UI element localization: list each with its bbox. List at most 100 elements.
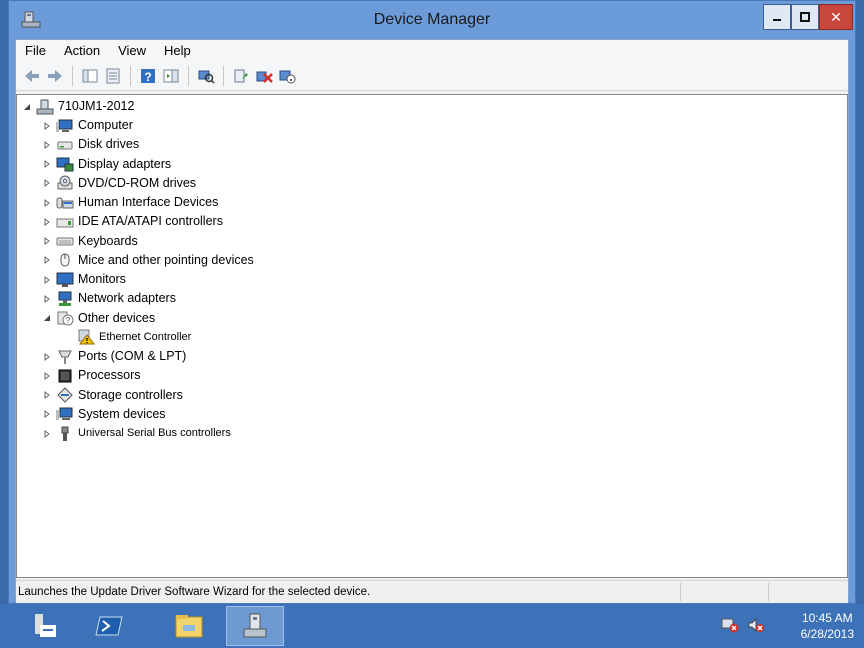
file-explorer-icon[interactable]	[160, 606, 218, 646]
device-tree[interactable]: 710JM1-2012 Computer Disk drives Display a…	[16, 94, 848, 578]
system-clock[interactable]: 10:45 AM 6/28/2013	[801, 610, 854, 642]
clock-date: 6/28/2013	[800, 627, 854, 641]
status-text: Launches the Update Driver Software Wiza…	[18, 586, 371, 598]
unknown-device-icon: ?	[56, 310, 74, 326]
expand-arrow-icon[interactable]	[41, 216, 53, 228]
tree-child-item[interactable]: Ethernet Controller	[77, 328, 191, 347]
tree-category[interactable]: Display adapters	[41, 155, 171, 174]
device-manager-window: Device Manager ✕ File Action View Help ?	[8, 0, 856, 604]
tree-item-label: Universal Serial Bus controllers	[78, 427, 231, 439]
help-icon[interactable]: ?	[138, 66, 158, 86]
tree-item-label: Disk drives	[78, 137, 140, 152]
tree-item-label: Display adapters	[78, 156, 172, 171]
dvd-drive-icon	[56, 175, 74, 191]
menu-action[interactable]: Action	[55, 40, 109, 62]
svg-text:?: ?	[144, 70, 151, 84]
tree-item-label: Computer	[78, 118, 133, 132]
menu-view[interactable]: View	[109, 40, 155, 62]
maximize-button[interactable]	[791, 4, 819, 30]
processor-icon	[56, 368, 74, 384]
expand-arrow-icon[interactable]	[41, 370, 53, 382]
tree-item-label: Monitors	[78, 272, 126, 286]
clock-time: 10:45 AM	[801, 611, 853, 625]
uninstall-device-icon[interactable]	[254, 66, 274, 86]
tree-item-label: Ethernet Controller	[99, 330, 192, 343]
tree-item-label: Mice and other pointing devices	[78, 252, 254, 267]
update-driver-icon[interactable]	[231, 66, 251, 86]
disk-drive-icon	[56, 137, 74, 153]
collapse-arrow-icon[interactable]	[21, 101, 33, 113]
toolbar-separator	[72, 66, 73, 86]
tree-category[interactable]: Mice and other pointing devices	[41, 251, 254, 270]
tree-category[interactable]: Computer	[41, 116, 133, 135]
network-error-icon[interactable]	[720, 616, 740, 634]
svg-text:?: ?	[66, 316, 71, 325]
tree-category[interactable]: Keyboards	[41, 232, 138, 251]
tree-item-label: Human Interface Devices	[78, 195, 219, 209]
tree-item-label: Storage controllers	[78, 387, 183, 402]
tree-category[interactable]: Storage controllers	[41, 386, 183, 405]
collapse-arrow-icon[interactable]	[41, 312, 53, 324]
action-pane-icon[interactable]	[161, 66, 181, 86]
system-device-icon	[56, 406, 74, 422]
powershell-icon[interactable]	[80, 606, 138, 646]
menu-file[interactable]: File	[16, 40, 55, 62]
expand-arrow-icon[interactable]	[41, 428, 53, 440]
tree-category[interactable]: Monitors	[41, 270, 126, 289]
speaker-muted-icon[interactable]	[746, 616, 766, 634]
tree-category[interactable]: Disk drives	[41, 135, 139, 154]
expand-arrow-icon[interactable]	[41, 254, 53, 266]
tree-category[interactable]: Processors	[41, 366, 141, 385]
disable-device-icon[interactable]	[277, 66, 297, 86]
toolbar: ?	[16, 62, 848, 91]
tree-item-label: System devices	[78, 406, 166, 421]
scan-hardware-icon[interactable]	[196, 66, 216, 86]
tree-category[interactable]: IDE ATA/ATAPI controllers	[41, 212, 223, 231]
expand-arrow-icon[interactable]	[41, 389, 53, 401]
ide-controller-icon	[56, 214, 74, 230]
usb-icon	[56, 426, 74, 442]
toolbar-separator	[188, 66, 189, 86]
toolbar-separator	[130, 66, 131, 86]
expand-arrow-icon[interactable]	[41, 158, 53, 170]
tree-category[interactable]: Human Interface Devices	[41, 193, 218, 212]
expand-arrow-icon[interactable]	[41, 293, 53, 305]
properties-icon[interactable]	[103, 66, 123, 86]
expand-arrow-icon[interactable]	[41, 120, 53, 132]
expand-arrow-icon[interactable]	[41, 274, 53, 286]
tree-item-label: DVD/CD-ROM drives	[78, 175, 197, 190]
title-bar[interactable]: Device Manager ✕	[9, 1, 855, 39]
expand-arrow-icon[interactable]	[41, 139, 53, 151]
network-adapter-icon	[56, 291, 74, 307]
tree-item-label: Ports (COM & LPT)	[78, 349, 187, 363]
close-button[interactable]: ✕	[819, 4, 853, 30]
tree-root-label: 710JM1-2012	[58, 99, 135, 113]
expand-arrow-icon[interactable]	[41, 408, 53, 420]
expand-arrow-icon[interactable]	[41, 235, 53, 247]
tree-category[interactable]: ? Other devices	[41, 309, 155, 328]
tree-category[interactable]: Universal Serial Bus controllers	[41, 424, 231, 443]
expand-arrow-icon[interactable]	[41, 197, 53, 209]
tree-category[interactable]: DVD/CD-ROM drives	[41, 174, 196, 193]
forward-icon[interactable]	[45, 66, 65, 86]
tree-root[interactable]: 710JM1-2012	[21, 97, 134, 116]
tree-item-label: Other devices	[78, 310, 156, 325]
server-manager-icon[interactable]	[16, 606, 74, 646]
tree-item-label: Network adapters	[78, 291, 176, 306]
menu-bar: File Action View Help	[16, 40, 848, 62]
monitor-icon	[56, 272, 74, 288]
window-title: Device Manager	[373, 11, 491, 28]
back-icon[interactable]	[22, 66, 42, 86]
expand-arrow-icon[interactable]	[41, 351, 53, 363]
hid-icon	[56, 195, 74, 211]
warning-device-icon	[77, 329, 95, 345]
tree-category[interactable]: System devices	[41, 405, 166, 424]
device-manager-taskbar-button[interactable]	[226, 606, 284, 646]
expand-arrow-icon[interactable]	[41, 177, 53, 189]
console-tree-icon[interactable]	[80, 66, 100, 86]
tree-category[interactable]: Ports (COM & LPT)	[41, 347, 186, 366]
tree-category[interactable]: Network adapters	[41, 289, 176, 308]
minimize-button[interactable]	[763, 4, 791, 30]
menu-help[interactable]: Help	[155, 40, 200, 62]
status-bar: Launches the Update Driver Software Wiza…	[16, 580, 848, 603]
